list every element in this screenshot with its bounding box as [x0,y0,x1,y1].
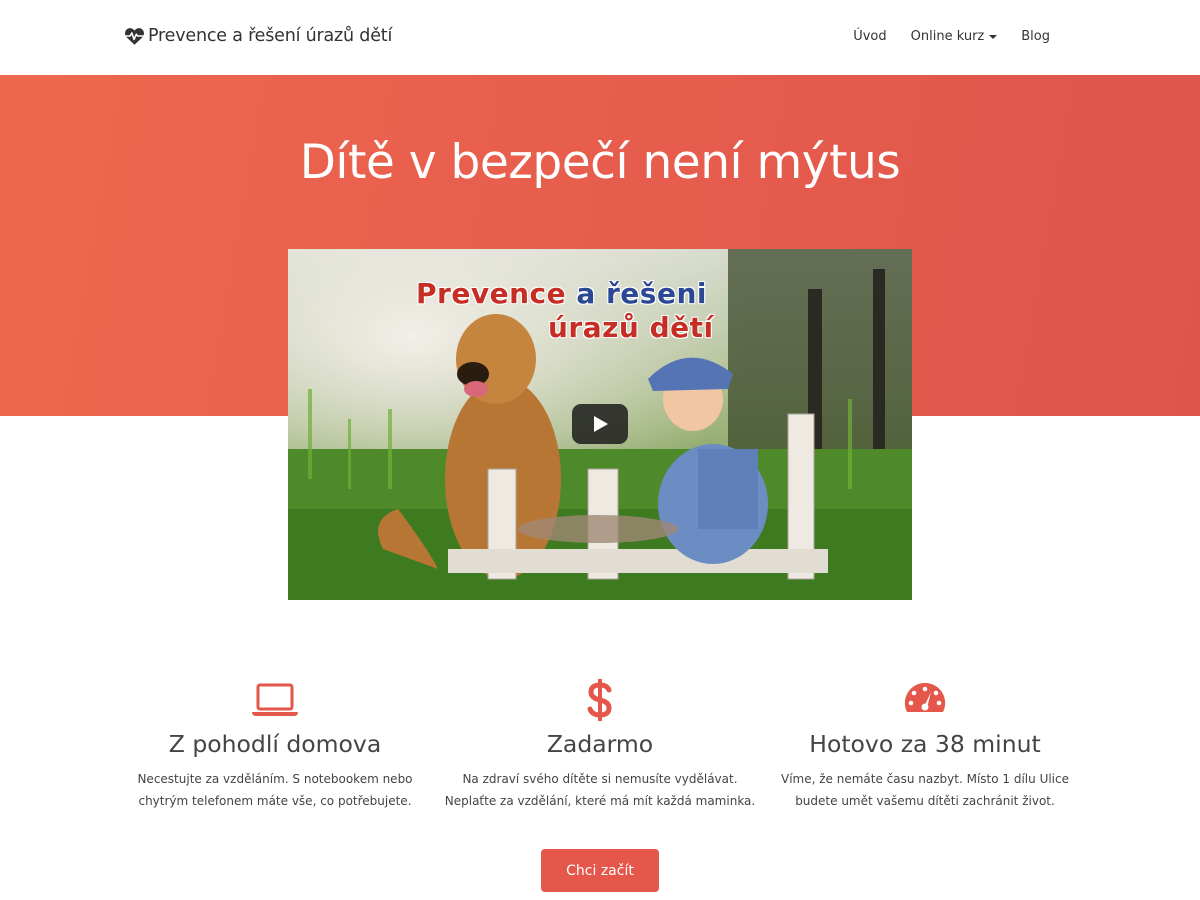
hero-title: Dítě v bezpečí není mýtus [299,135,901,190]
nav-item-label: Online kurz [910,29,985,44]
feature-card: Zadarmo Na zdraví svého dítěte si nemusí… [440,679,760,812]
dollar-icon [587,679,612,721]
video-title-part: Prevence [416,277,567,310]
feature-line: chytrým telefonem máte vše, co potřebuje… [138,794,412,808]
video-title-part: a řešeni [576,277,707,310]
feature-description: Na zdraví svého dítěte si nemusíte vyděl… [440,768,760,812]
dashboard-icon [904,682,946,712]
caret-down-icon [989,34,998,39]
feature-title: Hotovo za 38 minut [809,730,1041,758]
feature-line: Neplaťte za vzdělání, které má mít každá… [444,794,756,808]
nav-item-label: Úvod [853,29,887,44]
feature-title: Zadarmo [546,730,654,758]
video-title-line1: Prevence a řešeni [416,277,707,310]
brand-title: Prevence a řešení úrazů dětí [148,26,393,46]
feature-line: Na zdraví svého dítěte si nemusíte vyděl… [462,772,738,786]
feature-line: budete umět vašemu dítěti zachránit živo… [795,794,1055,808]
start-button[interactable]: Chci začít [541,849,659,892]
play-button[interactable] [572,404,628,444]
laptop-icon [252,683,298,716]
video-title-line2: úrazů dětí [548,311,714,344]
feature-line: Necestujte za vzděláním. S notebookem ne… [137,772,413,786]
nav-item-blog[interactable]: Blog [1021,29,1050,44]
main-nav: Úvod Online kurz Blog [853,29,1050,44]
feature-card: Hotovo za 38 minut Víme, že nemáte času … [765,680,1085,812]
nav-item-label: Blog [1021,29,1050,44]
feature-description: Necestujte za vzděláním. S notebookem ne… [115,768,435,812]
feature-card: Z pohodlí domova Necestujte za vzděláním… [115,680,435,812]
video-player[interactable]: Prevence a řešeni úrazů dětí [288,249,912,600]
feature-title: Z pohodlí domova [168,730,382,758]
nav-item-uvod[interactable]: Úvod [853,29,886,44]
navbar: Prevence a řešení úrazů dětí Úvod Online… [0,0,1200,75]
nav-item-online-kurz[interactable]: Online kurz [911,29,998,44]
heartbeat-icon [125,28,144,45]
brand-link[interactable]: Prevence a řešení úrazů dětí [124,26,392,46]
feature-description: Víme, že nemáte času nazbyt. Místo 1 díl… [765,768,1085,812]
feature-line: Víme, že nemáte času nazbyt. Místo 1 díl… [781,772,1069,786]
